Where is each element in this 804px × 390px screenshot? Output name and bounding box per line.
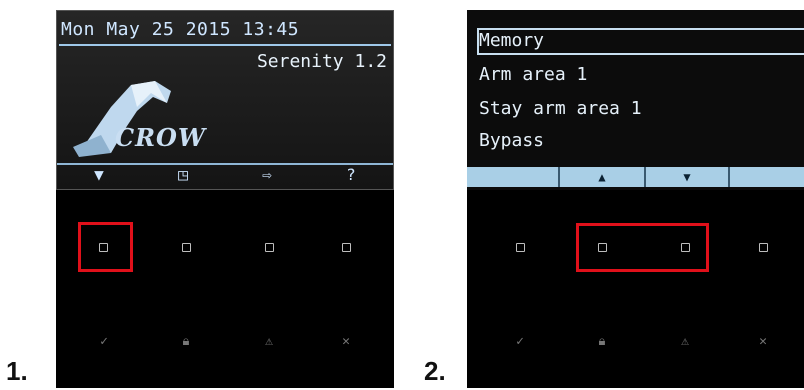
clock-divider <box>59 44 391 46</box>
keypad-button-3[interactable] <box>265 243 274 252</box>
keypad-device-1: Mon May 25 2015 13:45 Serenity 1.2 CROW … <box>56 10 394 388</box>
menu-item-bypass[interactable]: Bypass <box>479 130 544 151</box>
keypad-button-2[interactable] <box>182 243 191 252</box>
step-label-2: 2. <box>424 356 446 386</box>
lcd-screen-2: Memory Arm area 1 Stay arm area 1 Bypass… <box>467 10 804 190</box>
menu-item-stay-arm-area-1[interactable]: Stay arm area 1 <box>479 98 642 119</box>
arrow-up-icon: ▲ <box>598 170 606 184</box>
edit-icon: ◳ <box>178 165 188 184</box>
date-time-display: Mon May 25 2015 13:45 <box>61 19 300 40</box>
close-icon[interactable]: ✕ <box>336 334 356 349</box>
warning-icon[interactable]: ⚠︎ <box>675 334 695 349</box>
menu-item-memory[interactable]: Memory <box>479 30 544 51</box>
softkey-edit[interactable]: ◳ <box>141 165 225 187</box>
softkey-bar-2: ▲ ▼ <box>467 167 804 187</box>
exit-icon: ⇨ <box>262 165 272 184</box>
lcd-screen-1: Mon May 25 2015 13:45 Serenity 1.2 CROW … <box>56 10 394 190</box>
keypad-button-1[interactable] <box>516 243 525 252</box>
softkey-exit[interactable]: ⇨ <box>225 165 309 187</box>
softkey-blank-left[interactable] <box>467 167 560 187</box>
highlight-box <box>78 222 133 272</box>
arrow-down-icon: ▼ <box>683 170 691 184</box>
keypad-button-4[interactable] <box>759 243 768 252</box>
help-icon: ? <box>346 165 356 184</box>
keypad-device-2: Memory Arm area 1 Stay arm area 1 Bypass… <box>467 10 804 388</box>
logo-text: CROW <box>115 123 206 152</box>
softkey-arrow-down[interactable]: ▼ <box>57 165 141 187</box>
softkey-arrow-up[interactable]: ▲ <box>560 167 646 187</box>
menu-item-arm-area-1[interactable]: Arm area 1 <box>479 64 587 85</box>
softkey-arrow-down[interactable]: ▼ <box>646 167 730 187</box>
product-version: Serenity 1.2 <box>256 51 387 72</box>
check-icon[interactable]: ✓ <box>510 334 530 349</box>
check-icon[interactable]: ✓ <box>94 334 114 349</box>
step-label-1: 1. <box>6 356 28 386</box>
arrow-down-icon: ▼ <box>94 165 104 184</box>
lock-icon[interactable]: 🔒︎ <box>592 334 612 349</box>
close-icon[interactable]: ✕ <box>753 334 773 349</box>
keypad-button-4[interactable] <box>342 243 351 252</box>
softkey-bar-1: ▼ ◳ ⇨ ? <box>57 163 393 187</box>
lock-icon[interactable]: 🔒︎ <box>176 334 196 349</box>
warning-icon[interactable]: ⚠︎ <box>259 334 279 349</box>
highlight-box <box>576 223 709 272</box>
softkey-help[interactable]: ? <box>309 165 393 187</box>
softkey-blank-right[interactable] <box>730 167 804 187</box>
